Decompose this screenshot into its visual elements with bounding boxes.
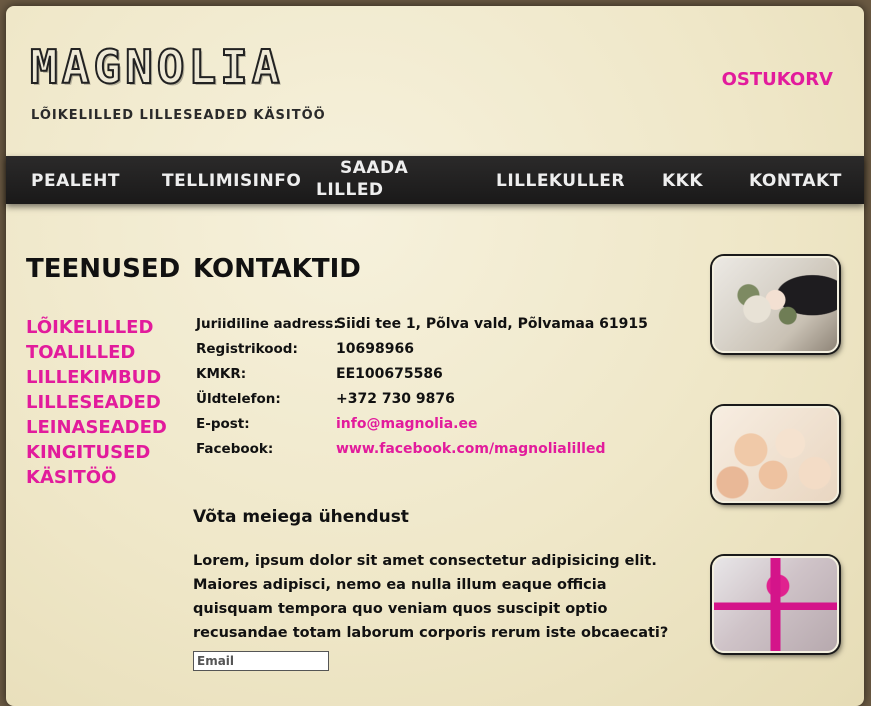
service-kasitoo[interactable]: KÄSITÖÖ xyxy=(26,465,167,490)
contact-label: Registrikood: xyxy=(196,341,298,357)
nav-item-saada-lilled[interactable]: SAADA LILLED xyxy=(316,157,408,201)
site-logo[interactable]: MAGNOLIA xyxy=(29,39,284,95)
contact-regcode: 10698966 xyxy=(336,341,414,357)
contact-form-heading: Võta meiega ühendust xyxy=(193,507,409,527)
site-tagline: LÕIKELILLED LILLESEADED KÄSITÖÖ xyxy=(31,108,326,123)
contact-paragraph: Lorem, ipsum dolor sit amet consectetur … xyxy=(193,553,669,641)
contact-phone: +372 730 9876 xyxy=(336,391,455,407)
service-lilleseaded[interactable]: LILLESEADED xyxy=(26,390,167,415)
nav-item-kkk[interactable]: KKK xyxy=(662,170,703,192)
nav-item-saada-line2: LILLED xyxy=(316,180,384,200)
contact-label: Üldtelefon: xyxy=(196,391,281,407)
nav-item-tellimisinfo[interactable]: TELLIMISINFO xyxy=(162,170,301,192)
contact-label: E-post: xyxy=(196,416,250,432)
contact-row: Registrikood: 10698966 xyxy=(196,341,676,366)
contact-table: Juriidiline aadress: Siidi tee 1, Põlva … xyxy=(196,316,676,466)
page-title: KONTAKTID xyxy=(193,254,361,284)
contact-label: Juriidiline aadress: xyxy=(196,316,339,332)
contact-row: Juriidiline aadress: Siidi tee 1, Põlva … xyxy=(196,316,676,341)
contact-row: KMKR: EE100675586 xyxy=(196,366,676,391)
contact-address: Siidi tee 1, Põlva vald, Põlvamaa 61915 xyxy=(336,316,648,332)
contact-row: E-post: info@magnolia.ee xyxy=(196,416,676,441)
service-lillekimbud[interactable]: LILLEKIMBUD xyxy=(26,365,167,390)
nav-item-lillekuller[interactable]: LILLEKULLER xyxy=(496,170,625,192)
cart-link[interactable]: OSTUKORV xyxy=(722,69,833,90)
facebook-link[interactable]: www.facebook.com/magnolialilled xyxy=(336,441,605,457)
main-nav: PEALEHT TELLIMISINFO SAADA LILLED LILLEK… xyxy=(6,156,864,204)
service-leinaseaded[interactable]: LEINASEADED xyxy=(26,415,167,440)
contact-row: Üldtelefon: +372 730 9876 xyxy=(196,391,676,416)
service-toalilled[interactable]: TOALILLED xyxy=(26,340,167,365)
contact-label: KMKR: xyxy=(196,366,247,382)
services-list: LÕIKELILLED TOALILLED LILLEKIMBUD LILLES… xyxy=(26,315,167,490)
contact-vat: EE100675586 xyxy=(336,366,443,382)
services-heading: TEENUSED xyxy=(26,254,181,284)
gift-box-image xyxy=(712,556,839,653)
contact-label: Facebook: xyxy=(196,441,274,457)
contact-row: Facebook: www.facebook.com/magnolialille… xyxy=(196,441,676,466)
roses-image xyxy=(712,406,839,503)
email-field[interactable] xyxy=(193,651,329,671)
wedding-bouquet-image xyxy=(712,256,839,353)
service-loikelilled[interactable]: LÕIKELILLED xyxy=(26,315,167,340)
nav-item-pealeht[interactable]: PEALEHT xyxy=(31,170,120,192)
nav-item-kontakt[interactable]: KONTAKT xyxy=(749,170,842,192)
nav-item-saada-line1: SAADA xyxy=(340,158,409,178)
service-kingitused[interactable]: KINGITUSED xyxy=(26,440,167,465)
email-link[interactable]: info@magnolia.ee xyxy=(336,416,477,432)
